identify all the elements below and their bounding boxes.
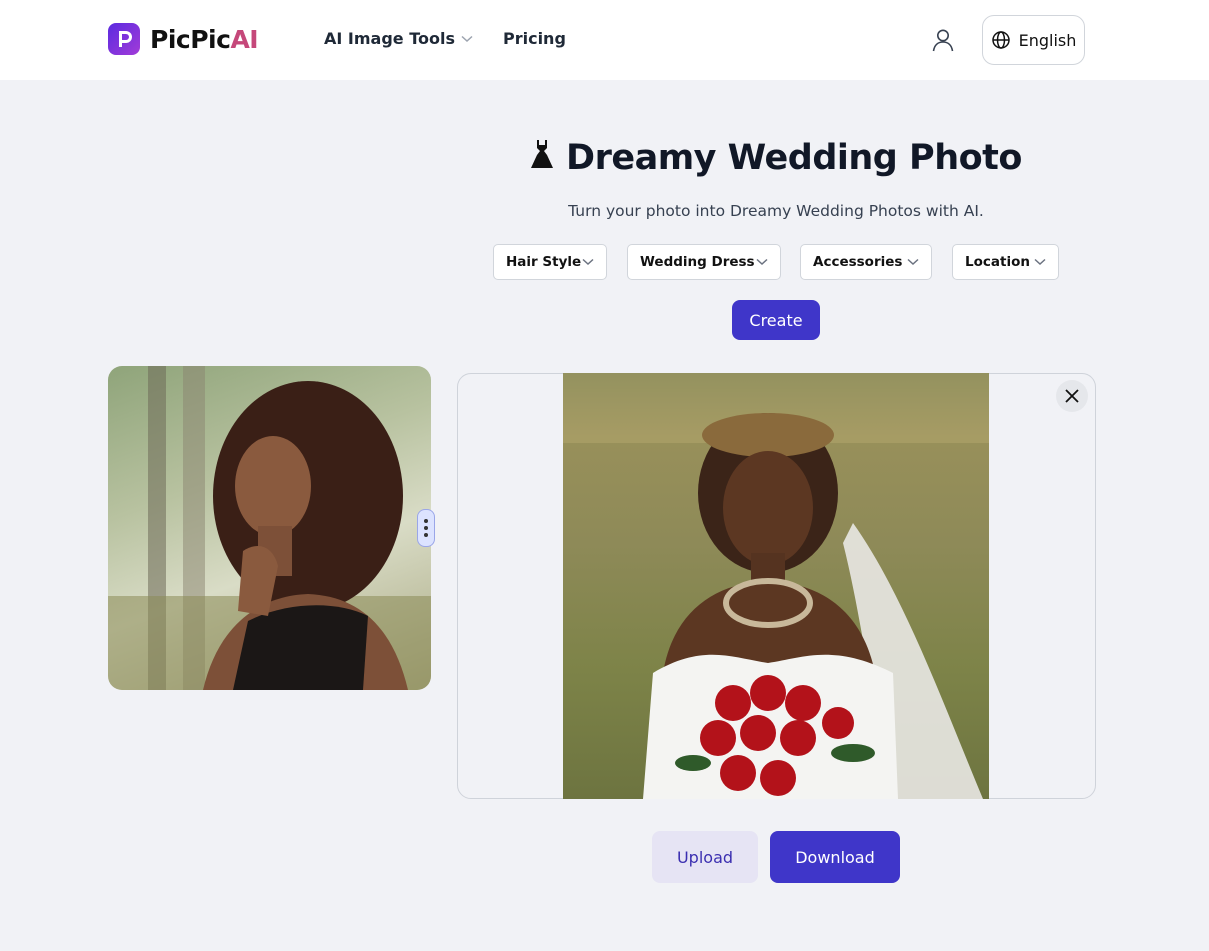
page-title-text: Dreamy Wedding Photo (566, 138, 1022, 178)
brand-logo[interactable]: PicPicAI (108, 23, 259, 55)
chevron-down-icon (1034, 258, 1046, 266)
select-label: Wedding Dress (640, 254, 755, 270)
select-label: Hair Style (506, 254, 582, 270)
select-label: Location (965, 254, 1030, 270)
select-accessories[interactable]: Accessories (800, 244, 932, 280)
create-button[interactable]: Create (732, 300, 820, 340)
select-wedding-dress[interactable]: Wedding Dress (627, 244, 781, 280)
select-location[interactable]: Location (952, 244, 1059, 280)
chevron-down-icon (461, 35, 473, 42)
language-label: English (1018, 30, 1077, 50)
nav-item-label: AI Image Tools (324, 29, 455, 48)
top-header: PicPicAI AI Image Tools Pricing English (0, 0, 1209, 80)
result-photo (563, 373, 989, 799)
select-hair-style[interactable]: Hair Style (493, 244, 607, 280)
brand-name-part1: PicPic (150, 24, 231, 54)
nav-pricing[interactable]: Pricing (503, 29, 566, 48)
globe-icon (991, 31, 1010, 49)
logo-mark-icon (108, 23, 140, 55)
close-icon (1065, 389, 1079, 403)
page-subtitle: Turn your photo into Dreamy Wedding Phot… (568, 202, 984, 220)
user-icon[interactable] (930, 27, 956, 53)
close-result-button[interactable] (1056, 380, 1088, 412)
compare-slider-handle[interactable] (417, 509, 435, 547)
dress-icon (530, 138, 554, 178)
nav-item-label: Pricing (502, 29, 566, 48)
brand-name-part2: AI (230, 24, 259, 54)
page-title: Dreamy Wedding Photo (458, 138, 1094, 178)
language-selector[interactable]: English (982, 15, 1085, 65)
select-label: Accessories (813, 254, 903, 270)
source-photo (108, 366, 431, 690)
download-button[interactable]: Download (770, 831, 900, 883)
main-nav: AI Image Tools Pricing (324, 29, 566, 48)
nav-ai-image-tools[interactable]: AI Image Tools (324, 29, 473, 48)
chevron-down-icon (907, 258, 919, 266)
brand-name: PicPicAI (150, 24, 259, 54)
chevron-down-icon (582, 258, 594, 266)
chevron-down-icon (756, 258, 768, 266)
upload-button[interactable]: Upload (652, 831, 758, 883)
